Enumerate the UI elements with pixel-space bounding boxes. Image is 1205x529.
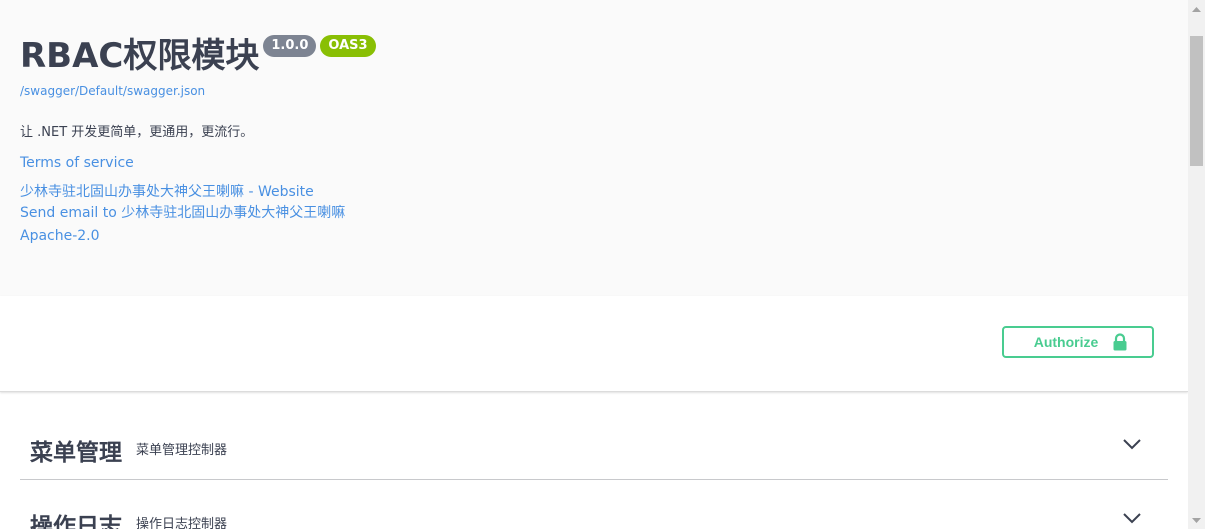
version-badge: 1.0.0 xyxy=(263,35,317,57)
tag-name: 菜单管理 xyxy=(30,440,122,466)
contact-email-link[interactable]: Send email to 少林寺驻北固山办事处大神父王喇嘛 xyxy=(20,202,345,222)
info-section: RBAC权限模块 1.0.0 OAS3 /swagger/Default/swa… xyxy=(0,0,1188,296)
authorize-button[interactable]: Authorize xyxy=(1002,326,1154,358)
authorize-label: Authorize xyxy=(1033,334,1099,350)
scroll-up-arrow-icon[interactable] xyxy=(1188,0,1205,17)
scheme-container: Authorize xyxy=(0,296,1188,392)
chevron-down-icon[interactable] xyxy=(1122,437,1142,451)
license-link[interactable]: Apache-2.0 xyxy=(20,228,100,244)
spec-url-link[interactable]: /swagger/Default/swagger.json xyxy=(20,84,205,98)
tag-description: 菜单管理控制器 xyxy=(136,443,228,458)
scroll-down-arrow-icon[interactable] xyxy=(1188,512,1205,529)
tag-section-menu[interactable]: 菜单管理 菜单管理控制器 xyxy=(20,413,1168,480)
contact-website-link[interactable]: 少林寺驻北固山办事处大神父王喇嘛 - Website xyxy=(20,181,314,201)
tag-section-oplog[interactable]: 操作日志 操作日志控制器 xyxy=(20,487,1168,529)
api-title: RBAC权限模块 xyxy=(20,36,260,76)
swagger-page: RBAC权限模块 1.0.0 OAS3 /swagger/Default/swa… xyxy=(0,0,1188,529)
api-description: 让 .NET 开发更简单，更通用，更流行。 xyxy=(20,125,254,140)
terms-of-service-link[interactable]: Terms of service xyxy=(20,155,134,171)
chevron-down-icon[interactable] xyxy=(1122,511,1142,525)
title-row: RBAC权限模块 1.0.0 OAS3 xyxy=(20,32,376,80)
tag-description: 操作日志控制器 xyxy=(136,517,228,529)
oas-badge: OAS3 xyxy=(320,35,376,57)
vertical-scrollbar[interactable] xyxy=(1188,0,1205,529)
tag-name: 操作日志 xyxy=(30,514,122,529)
lock-icon xyxy=(1112,333,1128,351)
scroll-thumb[interactable] xyxy=(1190,36,1203,166)
